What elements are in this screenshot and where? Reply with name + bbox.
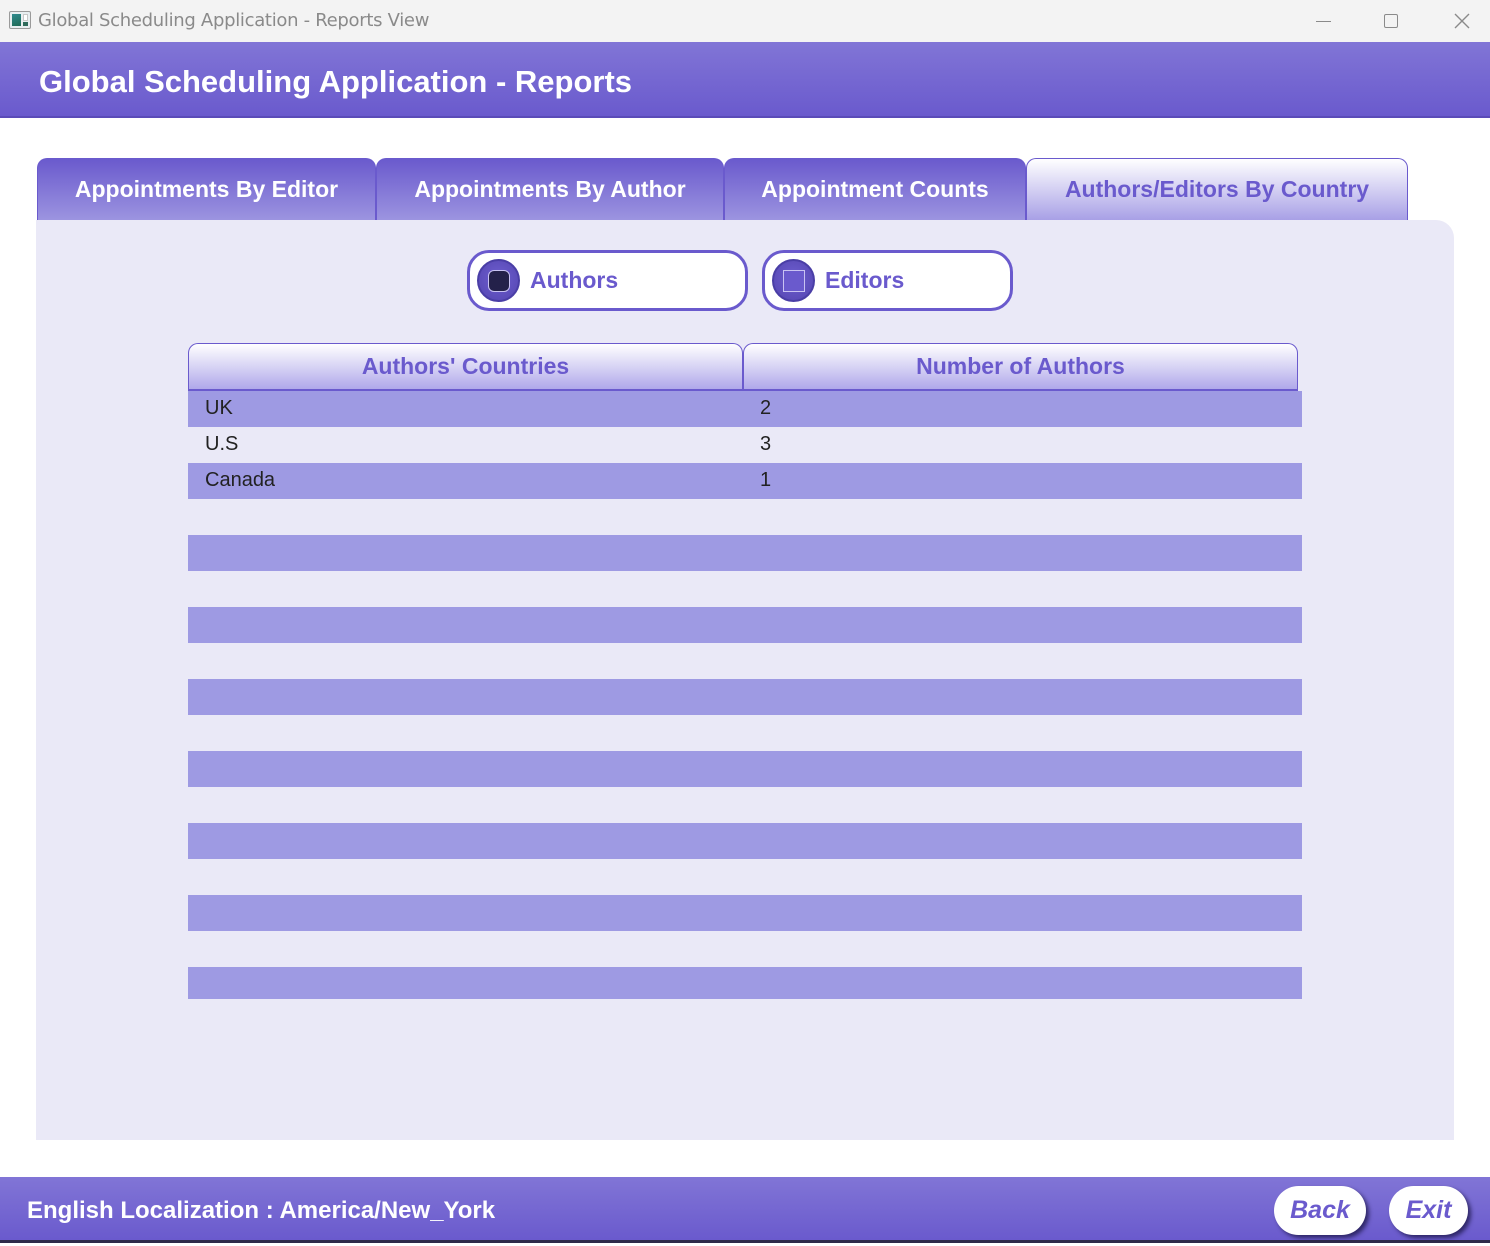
- app-footer: English Localization : America/New_York …: [0, 1177, 1490, 1243]
- minimize-button[interactable]: [1300, 0, 1346, 42]
- table-row[interactable]: [188, 895, 1302, 931]
- table-row[interactable]: Canada 1: [188, 463, 1302, 499]
- app-icon: [9, 11, 31, 29]
- minimize-icon: [1315, 20, 1331, 22]
- editors-radio[interactable]: Editors: [762, 250, 1013, 311]
- authors-radio-label: Authors: [530, 267, 619, 293]
- unchecked-box-icon: [783, 270, 805, 292]
- cell-country: UK: [205, 397, 233, 419]
- tab-appointment-counts[interactable]: Appointment Counts: [724, 158, 1026, 220]
- maximize-icon: [1384, 14, 1398, 28]
- column-header-countries[interactable]: Authors' Countries: [188, 343, 743, 391]
- table-row[interactable]: U.S 3: [188, 427, 1302, 463]
- page-title: Global Scheduling Application - Reports: [39, 64, 633, 99]
- close-button[interactable]: [1439, 0, 1485, 42]
- cell-country: U.S: [205, 433, 239, 455]
- window-title: Global Scheduling Application - Reports …: [38, 10, 430, 31]
- table-row[interactable]: [188, 679, 1302, 715]
- table-row[interactable]: [188, 931, 1302, 967]
- radio-indicator: [477, 259, 520, 302]
- tab-appointments-by-author[interactable]: Appointments By Author: [376, 158, 724, 220]
- window-titlebar: Global Scheduling Application - Reports …: [0, 0, 1490, 42]
- checked-box-icon: [488, 270, 510, 292]
- localization-label: English Localization : America/New_York: [27, 1197, 496, 1224]
- maximize-button[interactable]: [1368, 0, 1414, 42]
- editors-radio-label: Editors: [825, 267, 905, 293]
- table-row[interactable]: [188, 535, 1302, 571]
- table-row[interactable]: [188, 571, 1302, 607]
- table-row[interactable]: [188, 607, 1302, 643]
- back-button[interactable]: Back: [1274, 1186, 1366, 1235]
- cell-country: Canada: [205, 469, 276, 491]
- table-row[interactable]: [188, 751, 1302, 787]
- table-row[interactable]: [188, 859, 1302, 895]
- cell-count: 1: [760, 469, 772, 491]
- table-row[interactable]: [188, 823, 1302, 859]
- table-row[interactable]: UK 2: [188, 391, 1302, 427]
- table-row[interactable]: [188, 499, 1302, 535]
- table-row[interactable]: [188, 643, 1302, 679]
- radio-indicator: [772, 259, 815, 302]
- exit-button[interactable]: Exit: [1389, 1186, 1468, 1235]
- table-body: UK 2 U.S 3 Canada 1: [188, 391, 1302, 999]
- table-row[interactable]: [188, 715, 1302, 751]
- tab-appointments-by-editor[interactable]: Appointments By Editor: [37, 158, 376, 220]
- cell-count: 2: [760, 397, 772, 419]
- app-header: Global Scheduling Application - Reports: [0, 42, 1490, 118]
- authors-radio[interactable]: Authors: [467, 250, 748, 311]
- cell-count: 3: [760, 433, 772, 455]
- tab-authors-editors-by-country[interactable]: Authors/Editors By Country: [1026, 158, 1408, 220]
- close-icon: [1454, 13, 1470, 29]
- column-header-count[interactable]: Number of Authors: [743, 343, 1298, 391]
- table-row[interactable]: [188, 787, 1302, 823]
- table-row[interactable]: [188, 967, 1302, 999]
